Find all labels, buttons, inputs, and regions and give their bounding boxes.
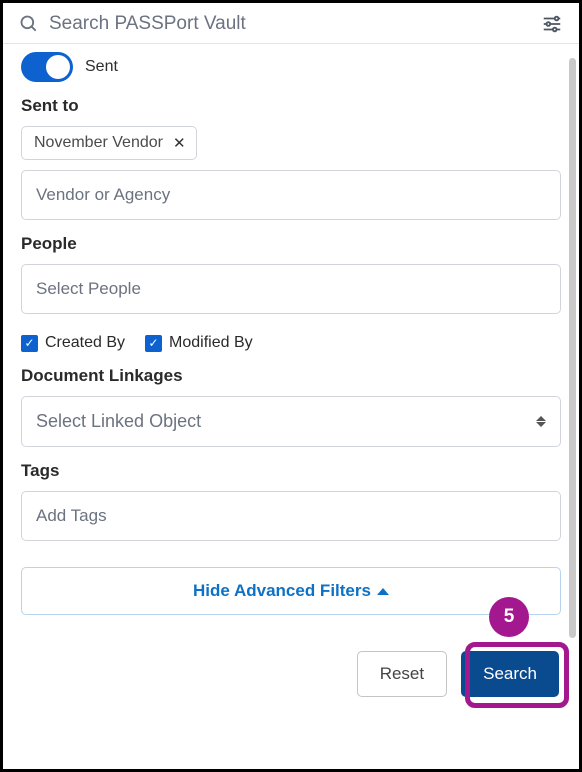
modified-by-label: Modified By (169, 334, 253, 352)
tags-input[interactable]: Add Tags (21, 491, 561, 541)
people-label: People (21, 234, 561, 254)
chevron-up-icon (377, 588, 389, 595)
vendor-chip-text: November Vendor (34, 134, 163, 152)
linked-object-placeholder: Select Linked Object (36, 411, 201, 432)
step-badge: 5 (489, 597, 529, 637)
created-by-checkbox-item[interactable]: ✓ Created By (21, 334, 125, 352)
search-header: Search PASSPort Vault (3, 3, 579, 44)
people-input[interactable]: Select People (21, 264, 561, 314)
select-sort-icon (536, 416, 546, 427)
modified-by-checkbox-item[interactable]: ✓ Modified By (145, 334, 253, 352)
checkmark-icon: ✓ (24, 337, 34, 349)
search-button[interactable]: Search (461, 651, 559, 697)
linked-object-select[interactable]: Select Linked Object (21, 396, 561, 447)
sent-to-label: Sent to (21, 96, 561, 116)
sent-toggle-label: Sent (85, 58, 118, 76)
filter-settings-icon[interactable] (541, 13, 563, 35)
filter-panel: Sent Sent to November Vendor ✕ Vendor or… (3, 44, 579, 717)
sent-toggle[interactable] (21, 52, 73, 82)
hide-filters-text: Hide Advanced Filters (193, 581, 371, 601)
checkmark-icon: ✓ (149, 337, 159, 349)
reset-button[interactable]: Reset (357, 651, 447, 697)
vendor-chip: November Vendor ✕ (21, 126, 197, 160)
toggle-knob (46, 55, 70, 79)
close-icon[interactable]: ✕ (173, 134, 186, 152)
tags-label: Tags (21, 461, 561, 481)
checkbox-row: ✓ Created By ✓ Modified By (21, 334, 561, 352)
action-buttons: Reset Search (21, 651, 561, 701)
sent-toggle-row: Sent (21, 52, 561, 82)
vendor-agency-input[interactable]: Vendor or Agency (21, 170, 561, 220)
hide-advanced-filters-button[interactable]: Hide Advanced Filters (21, 567, 561, 615)
created-by-label: Created By (45, 334, 125, 352)
search-input[interactable]: Search PASSPort Vault (49, 13, 541, 35)
search-icon (19, 14, 39, 34)
document-linkages-label: Document Linkages (21, 366, 561, 386)
created-by-checkbox[interactable]: ✓ (21, 335, 38, 352)
modified-by-checkbox[interactable]: ✓ (145, 335, 162, 352)
sent-to-chips: November Vendor ✕ (21, 126, 561, 160)
